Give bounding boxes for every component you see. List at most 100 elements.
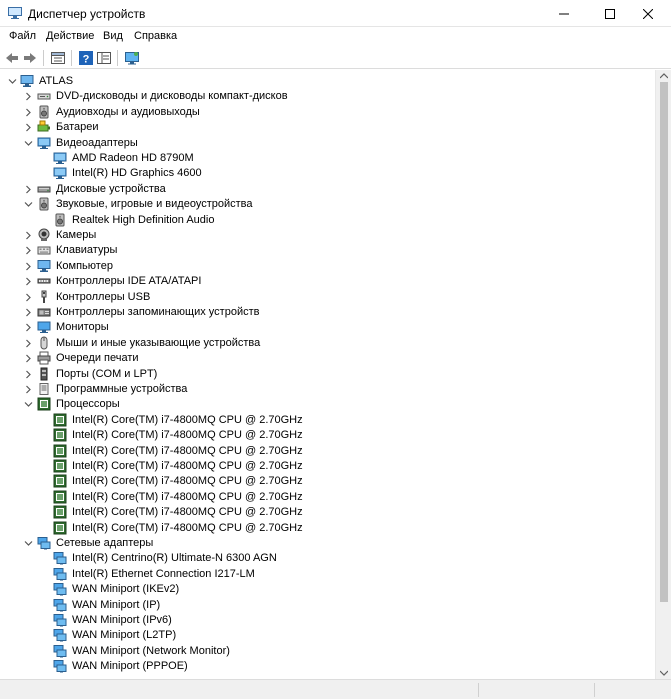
tree-item-label: WAN Miniport (Network Monitor) [72, 644, 230, 657]
tree-device[interactable]: WAN Miniport (IP) [0, 598, 655, 613]
forward-icon[interactable] [22, 50, 38, 66]
tree-category[interactable]: Процессоры [0, 397, 655, 412]
tree-item-label: Контроллеры USB [56, 290, 151, 303]
chevron-right-icon[interactable] [24, 246, 33, 255]
tree-category[interactable]: Клавиатуры [0, 243, 655, 258]
back-icon[interactable] [4, 50, 20, 66]
tree-category[interactable]: DVD-дисководы и дисководы компакт-дисков [0, 89, 655, 104]
chevron-right-icon[interactable] [24, 385, 33, 394]
speaker-icon [39, 105, 49, 119]
scroll-down-icon[interactable] [660, 669, 668, 677]
tree-device[interactable]: Intel(R) Core(TM) i7-4800MQ CPU @ 2.70GH… [0, 413, 655, 428]
monitor-icon[interactable] [124, 50, 140, 66]
network-adapter-icon [53, 598, 67, 612]
chevron-down-icon[interactable] [24, 400, 33, 409]
chevron-right-icon[interactable] [24, 185, 33, 194]
ide-icon [37, 278, 51, 284]
chevron-right-icon[interactable] [24, 354, 33, 363]
processor-icon [53, 428, 67, 442]
menu-view[interactable]: Вид [103, 30, 123, 42]
menu-bar: Файл Действие Вид Справка [0, 27, 671, 47]
chevron-right-icon[interactable] [24, 339, 33, 348]
vertical-scrollbar[interactable] [655, 70, 671, 679]
network-adapter-icon [53, 583, 67, 596]
tree-root[interactable]: ATLAS [0, 74, 655, 89]
chevron-right-icon[interactable] [24, 323, 33, 332]
tree-category[interactable]: Мыши и иные указывающие устройства [0, 336, 655, 351]
tree-device[interactable]: Intel(R) Core(TM) i7-4800MQ CPU @ 2.70GH… [0, 444, 655, 459]
network-adapter-icon [53, 660, 67, 673]
chevron-right-icon[interactable] [24, 123, 33, 132]
tree-device[interactable]: WAN Miniport (L2TP) [0, 628, 655, 643]
printer-icon [37, 351, 51, 365]
toolbar-separator [71, 50, 72, 66]
battery-icon [37, 120, 50, 132]
tree-device[interactable]: Realtek High Definition Audio [0, 213, 655, 228]
tree-category[interactable]: Контроллеры запоминающих устройств [0, 305, 655, 320]
view-icon[interactable] [96, 50, 112, 66]
tree-device[interactable]: Intel(R) Core(TM) i7-4800MQ CPU @ 2.70GH… [0, 474, 655, 489]
tree-device[interactable]: WAN Miniport (IPv6) [0, 613, 655, 628]
tree-device[interactable]: Intel(R) Core(TM) i7-4800MQ CPU @ 2.70GH… [0, 505, 655, 520]
tree-root-label: ATLAS [39, 75, 74, 87]
tree-device[interactable]: WAN Miniport (Network Monitor) [0, 644, 655, 659]
chevron-right-icon[interactable] [24, 92, 33, 101]
tree-category[interactable]: Очереди печати [0, 351, 655, 366]
tree-device[interactable]: Intel(R) HD Graphics 4600 [0, 166, 655, 181]
scrollbar-thumb[interactable] [660, 82, 668, 602]
chevron-down-icon[interactable] [24, 539, 33, 548]
tree-category[interactable]: Аудиовходы и аудиовыходы [0, 105, 655, 120]
tree-device[interactable]: Intel(R) Ethernet Connection I217-LM [0, 567, 655, 582]
tree-item-label: Аудиовходы и аудиовыходы [56, 105, 200, 118]
menu-file[interactable]: Файл [9, 30, 36, 42]
title-bar[interactable]: Диспетчер устройств [0, 0, 671, 27]
chevron-right-icon[interactable] [24, 308, 33, 317]
chevron-down-icon[interactable] [24, 139, 33, 148]
tree-item-label: Intel(R) Core(TM) i7-4800MQ CPU @ 2.70GH… [72, 506, 303, 519]
status-divider [594, 683, 595, 697]
menu-action[interactable]: Действие [46, 30, 94, 42]
chevron-right-icon[interactable] [24, 293, 33, 302]
chevron-right-icon[interactable] [24, 262, 33, 271]
tree-category[interactable]: Камеры [0, 228, 655, 243]
tree-category[interactable]: Порты (COM и LPT) [0, 367, 655, 382]
tree-category[interactable]: Компьютер [0, 259, 655, 274]
chevron-right-icon[interactable] [24, 108, 33, 117]
status-divider [478, 683, 479, 697]
tree-device[interactable]: Intel(R) Centrino(R) Ultimate-N 6300 AGN [0, 551, 655, 566]
display-adapter-icon [53, 152, 67, 164]
chevron-right-icon[interactable] [24, 370, 33, 379]
tree-category[interactable]: Сетевые адаптеры [0, 536, 655, 551]
tree-item-label: Звуковые, игровые и видеоустройства [56, 198, 253, 211]
tree-category[interactable]: Контроллеры USB [0, 290, 655, 305]
device-tree[interactable]: ATLAS DVD-дисководы и дисководы компакт-… [0, 70, 655, 679]
tree-category[interactable]: Программные устройства [0, 382, 655, 397]
tree-device[interactable]: Intel(R) Core(TM) i7-4800MQ CPU @ 2.70GH… [0, 490, 655, 505]
tree-category[interactable]: Мониторы [0, 320, 655, 335]
properties-icon[interactable] [50, 50, 66, 66]
menu-help[interactable]: Справка [134, 30, 177, 42]
tree-device[interactable]: WAN Miniport (IKEv2) [0, 582, 655, 597]
help-icon[interactable]: ? [78, 50, 94, 66]
network-adapter-icon [53, 614, 67, 627]
scroll-up-icon[interactable] [660, 72, 668, 80]
processor-icon [53, 413, 67, 427]
chevron-right-icon[interactable] [24, 277, 33, 286]
tree-device[interactable]: Intel(R) Core(TM) i7-4800MQ CPU @ 2.70GH… [0, 428, 655, 443]
device-manager-icon [8, 7, 22, 19]
tree-device[interactable]: Intel(R) Core(TM) i7-4800MQ CPU @ 2.70GH… [0, 459, 655, 474]
chevron-right-icon[interactable] [24, 231, 33, 240]
tree-device[interactable]: AMD Radeon HD 8790M [0, 151, 655, 166]
tree-category[interactable]: Звуковые, игровые и видеоустройства [0, 197, 655, 212]
chevron-down-icon[interactable] [8, 77, 17, 86]
minimize-button[interactable] [541, 0, 587, 27]
tree-device[interactable]: Intel(R) Core(TM) i7-4800MQ CPU @ 2.70GH… [0, 521, 655, 536]
tree-device[interactable]: WAN Miniport (PPPOE) [0, 659, 655, 674]
close-button[interactable] [625, 0, 671, 27]
usb-icon [41, 290, 47, 303]
tree-category[interactable]: Батареи [0, 120, 655, 135]
chevron-down-icon[interactable] [24, 200, 33, 209]
tree-category[interactable]: Дисковые устройства [0, 182, 655, 197]
tree-category[interactable]: Видеоадаптеры [0, 136, 655, 151]
tree-category[interactable]: Контроллеры IDE ATA/ATAPI [0, 274, 655, 289]
